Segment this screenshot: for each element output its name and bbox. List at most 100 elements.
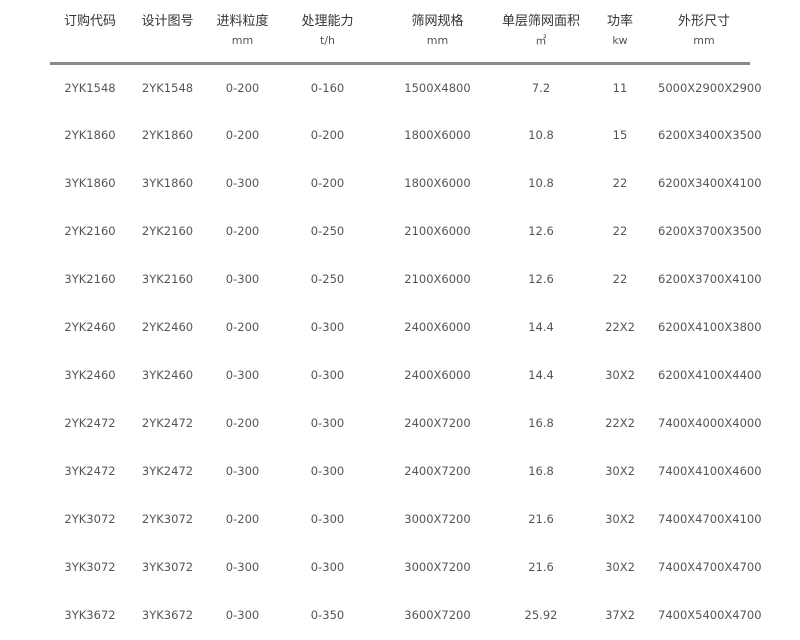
screen-spec-cell: 3600X7200 bbox=[404, 608, 471, 622]
screen-area-cell: 12.6 bbox=[528, 272, 554, 286]
screen-area-cell: 21.6 bbox=[528, 560, 554, 574]
screen-area-cell: 14.4 bbox=[528, 368, 554, 382]
table-row: 3YK2472 3YK2472 0-300 0-300 2400X7200 16.8 30X… bbox=[50, 447, 761, 495]
column-header-screen-spec: 筛网规格 mm bbox=[375, 0, 500, 65]
screen-spec-cell: 3000X7200 bbox=[404, 512, 471, 526]
screen-area-cell: 21.6 bbox=[528, 512, 554, 526]
power-cell: 15 bbox=[612, 128, 628, 142]
column-header-power: 功率 kw bbox=[582, 0, 658, 65]
order-code-cell: 3YK1860 bbox=[64, 176, 116, 190]
column-label: 筛网规格 bbox=[411, 14, 464, 29]
capacity-cell: 0-160 bbox=[310, 81, 345, 95]
capacity-cell: 0-250 bbox=[310, 272, 345, 286]
feed-size-cell: 0-200 bbox=[225, 224, 260, 238]
column-label: 处理能力 bbox=[301, 14, 354, 29]
capacity-cell: 0-300 bbox=[310, 512, 345, 526]
column-unit: mm bbox=[693, 34, 715, 47]
spec-table: 订购代码 设计图号 进料粒度 mm 处理能力 t/h 筛网规格 mm 单层筛网面… bbox=[50, 0, 762, 639]
column-label: 功率 bbox=[606, 14, 633, 29]
header-row: 订购代码 设计图号 进料粒度 mm 处理能力 t/h 筛网规格 mm 单层筛网面… bbox=[50, 0, 750, 65]
screen-area-cell: 10.8 bbox=[528, 128, 554, 142]
dimensions-cell: 6200X3400X4100 bbox=[658, 176, 762, 190]
order-code-cell: 2YK2472 bbox=[64, 416, 116, 430]
table-row: 2YK2460 2YK2460 0-200 0-300 2400X6000 14.4 22X… bbox=[50, 303, 761, 351]
screen-spec-cell: 1800X6000 bbox=[404, 176, 471, 190]
power-cell: 22X2 bbox=[605, 320, 635, 334]
screen-spec-cell: 2400X7200 bbox=[404, 464, 471, 478]
power-cell: 22X2 bbox=[605, 416, 635, 430]
feed-size-cell: 0-200 bbox=[225, 81, 260, 95]
screen-area-cell: 25.92 bbox=[524, 608, 558, 622]
design-no-cell: 3YK2472 bbox=[141, 464, 194, 478]
order-code-cell: 3YK3072 bbox=[64, 560, 116, 574]
order-code-cell: 3YK2472 bbox=[64, 464, 116, 478]
design-no-cell: 2YK2460 bbox=[141, 320, 194, 334]
column-unit bbox=[130, 32, 205, 50]
order-code-cell: 2YK3072 bbox=[64, 512, 116, 526]
design-no-cell: 3YK2160 bbox=[141, 272, 194, 286]
column-unit: t/h bbox=[320, 34, 335, 47]
column-header-dimensions: 外形尺寸 mm bbox=[658, 0, 750, 65]
screen-area-cell: 16.8 bbox=[528, 416, 554, 430]
screen-spec-cell: 1500X4800 bbox=[404, 81, 471, 95]
power-cell: 30X2 bbox=[605, 560, 635, 574]
column-unit: mm bbox=[426, 34, 449, 47]
power-cell: 30X2 bbox=[605, 368, 635, 382]
order-code-cell: 3YK2460 bbox=[64, 368, 116, 382]
capacity-cell: 0-200 bbox=[310, 176, 345, 190]
column-label: 设计图号 bbox=[141, 14, 194, 29]
capacity-cell: 0-300 bbox=[310, 416, 345, 430]
feed-size-cell: 0-300 bbox=[225, 272, 260, 286]
screen-spec-cell: 2400X6000 bbox=[404, 368, 471, 382]
feed-size-cell: 0-300 bbox=[225, 368, 260, 382]
feed-size-cell: 0-200 bbox=[225, 128, 260, 142]
table-row: 3YK2160 3YK2160 0-300 0-250 2100X6000 12.6 22 6… bbox=[50, 255, 761, 303]
power-cell: 22 bbox=[612, 224, 628, 238]
order-code-cell: 3YK2160 bbox=[64, 272, 116, 286]
power-cell: 30X2 bbox=[605, 512, 635, 526]
screen-spec-cell: 2400X7200 bbox=[404, 416, 471, 430]
design-no-cell: 3YK3672 bbox=[141, 608, 194, 622]
dimensions-cell: 6200X4100X4400 bbox=[658, 368, 762, 382]
order-code-cell: 2YK2160 bbox=[64, 224, 116, 238]
order-code-cell: 2YK2460 bbox=[64, 320, 116, 334]
column-header-screen-area: 单层筛网面积 ㎡ bbox=[500, 0, 582, 65]
table-row: 3YK3072 3YK3072 0-300 0-300 3000X7200 21.6 30X… bbox=[50, 543, 762, 591]
feed-size-cell: 0-300 bbox=[225, 176, 260, 190]
table-row: 3YK3672 3YK3672 0-300 0-350 3600X7200 25.92 37… bbox=[50, 591, 762, 639]
column-header-order-code: 订购代码 bbox=[50, 0, 130, 65]
power-cell: 30X2 bbox=[605, 464, 635, 478]
table-row: 3YK1860 3YK1860 0-300 0-200 1800X6000 10.8 22 6… bbox=[50, 159, 762, 207]
feed-size-cell: 0-300 bbox=[225, 560, 260, 574]
design-no-cell: 3YK1860 bbox=[141, 176, 194, 190]
feed-size-cell: 0-300 bbox=[225, 608, 260, 622]
power-cell: 22 bbox=[612, 272, 628, 286]
table-header: 订购代码 设计图号 进料粒度 mm 处理能力 t/h 筛网规格 mm 单层筛网面… bbox=[50, 0, 750, 65]
screen-area-cell: 7.2 bbox=[531, 81, 551, 95]
dimensions-cell: 7400X4700X4700 bbox=[658, 560, 762, 574]
column-label: 单层筛网面积 bbox=[501, 14, 580, 29]
dimensions-cell: 7400X4700X4100 bbox=[658, 512, 762, 526]
table-row: 2YK2160 2YK2160 0-200 0-250 2100X6000 12.6 22 6… bbox=[50, 207, 761, 255]
column-unit: mm bbox=[231, 34, 254, 47]
order-code-cell: 3YK3672 bbox=[64, 608, 116, 622]
feed-size-cell: 0-200 bbox=[225, 416, 260, 430]
feed-size-cell: 0-200 bbox=[225, 512, 260, 526]
capacity-cell: 0-300 bbox=[310, 320, 345, 334]
power-cell: 37X2 bbox=[605, 608, 635, 622]
design-no-cell: 2YK2472 bbox=[141, 416, 194, 430]
capacity-cell: 0-200 bbox=[310, 128, 345, 142]
column-label: 订购代码 bbox=[63, 14, 116, 29]
capacity-cell: 0-350 bbox=[310, 608, 345, 622]
column-unit: ㎡ bbox=[535, 34, 547, 47]
table-row: 2YK3072 2YK3072 0-200 0-300 3000X7200 21.6 30X… bbox=[50, 495, 762, 543]
dimensions-cell: 7400X5400X4700 bbox=[658, 608, 762, 622]
screen-spec-cell: 2100X6000 bbox=[404, 272, 471, 286]
design-no-cell: 2YK1860 bbox=[141, 128, 194, 142]
table-row: 2YK2472 2YK2472 0-200 0-300 2400X7200 16.8 22X… bbox=[50, 399, 762, 447]
design-no-cell: 2YK2160 bbox=[141, 224, 194, 238]
power-cell: 22 bbox=[612, 176, 628, 190]
dimensions-cell: 7400X4000X4000 bbox=[658, 416, 762, 430]
column-label: 外形尺寸 bbox=[677, 14, 730, 29]
capacity-cell: 0-300 bbox=[310, 368, 345, 382]
